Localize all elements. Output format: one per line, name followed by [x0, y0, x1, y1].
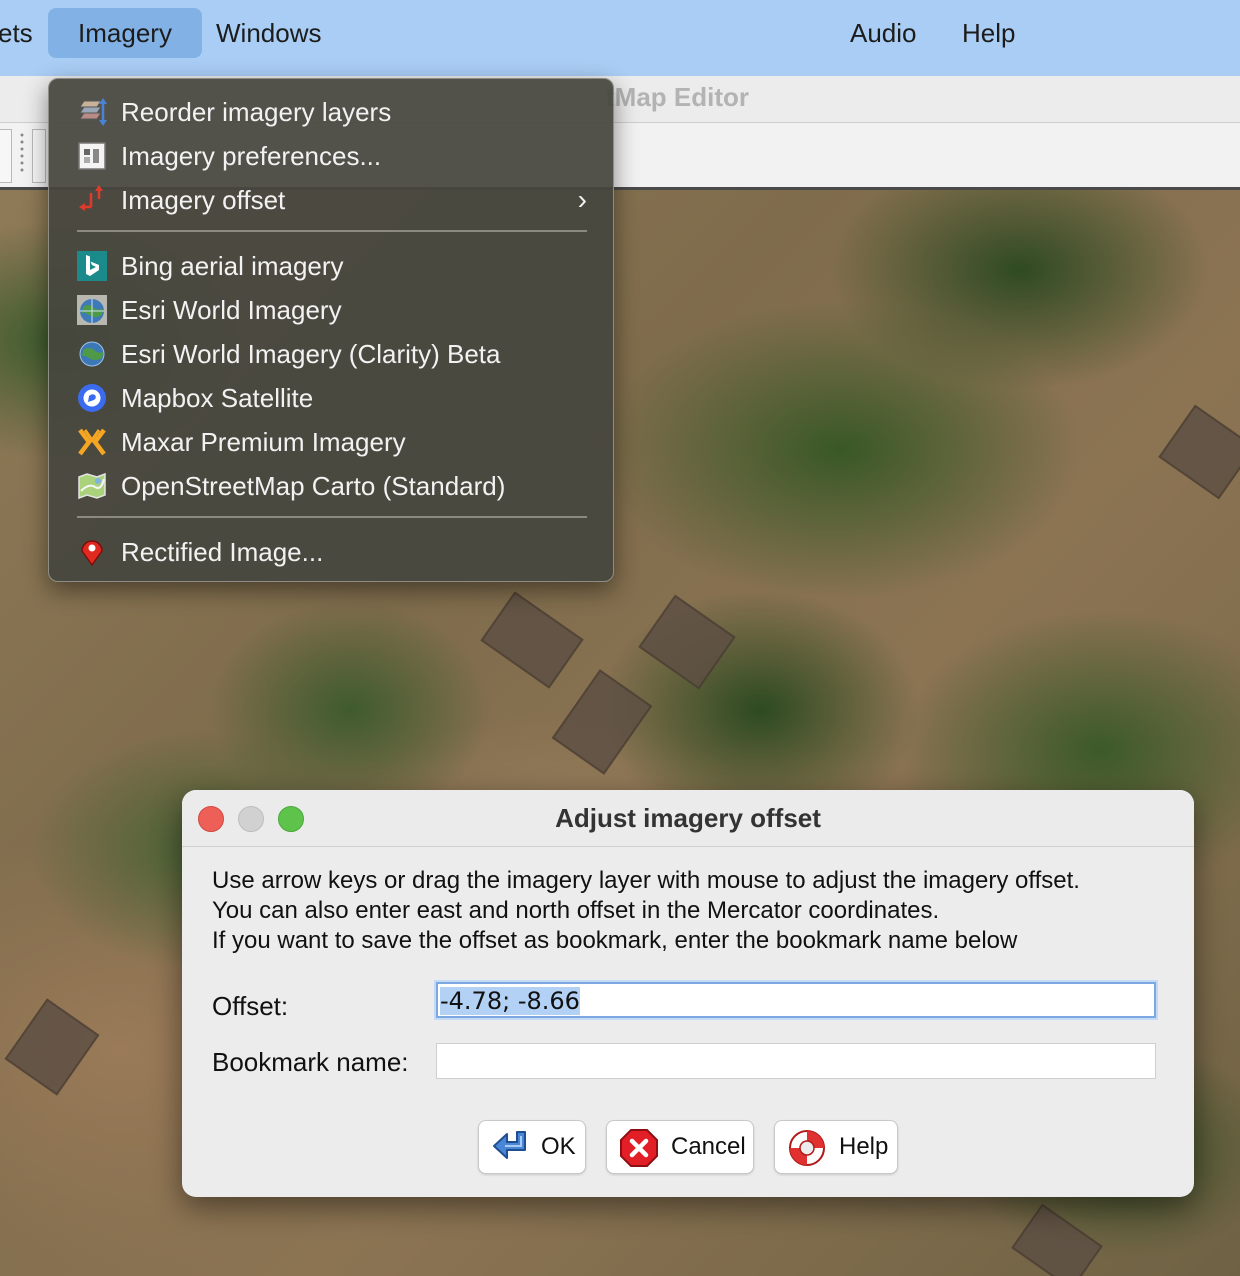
menu-item-maxar-premium-imagery[interactable]: Maxar Premium Imagery [67, 422, 597, 462]
chevron-right-icon: › [577, 184, 587, 215]
lifebuoy-icon [789, 1130, 825, 1166]
cancel-x-icon [620, 1129, 658, 1167]
menu-item-label: Maxar Premium Imagery [121, 427, 406, 457]
menu-item-label: Imagery preferences... [121, 141, 382, 171]
offset-label: Offset: [212, 991, 289, 1021]
menu-separator [77, 516, 587, 518]
osm-map-icon [78, 472, 106, 500]
bookmark-name-label: Bookmark name: [212, 1047, 409, 1077]
map-feature [1158, 404, 1240, 500]
menu-item-label: Esri World Imagery [121, 295, 342, 325]
menu-item-label: Imagery offset [121, 185, 286, 215]
menu-item-imagery-preferences[interactable]: Imagery preferences... [67, 136, 597, 176]
bookmark-name-input[interactable] [436, 1043, 1156, 1079]
menu-sets[interactable]: ets [0, 8, 33, 58]
cancel-label: Cancel [671, 1133, 746, 1160]
menu-imagery[interactable]: Imagery [48, 8, 202, 58]
offset-arrows-icon [79, 185, 103, 211]
message-line: If you want to save the offset as bookma… [212, 927, 1018, 954]
menu-audio[interactable]: Audio [850, 8, 917, 58]
globe-icon [79, 341, 105, 367]
menu-item-label: Mapbox Satellite [121, 383, 314, 413]
map-feature [638, 594, 736, 690]
dialog-title: Adjust imagery offset [555, 803, 821, 833]
map-feature [551, 669, 653, 775]
preferences-icon [78, 142, 106, 170]
menu-item-label: Bing aerial imagery [121, 251, 344, 281]
grip-icon [20, 133, 24, 172]
menu-item-label: Reorder imagery layers [121, 97, 392, 127]
dialog-message: Use arrow keys or drag the imagery layer… [212, 866, 1182, 956]
menu-item-imagery-offset[interactable]: Imagery offset › [67, 180, 597, 220]
toolbar-handle[interactable] [0, 129, 12, 183]
window-title: tMap Editor [606, 82, 749, 112]
dialog-titlebar[interactable]: Adjust imagery offset [182, 790, 1194, 847]
menu-item-openstreetmap-carto-standard[interactable]: OpenStreetMap Carto (Standard) [67, 466, 597, 506]
menu-help[interactable]: Help [962, 8, 1015, 58]
menu-item-mapbox-satellite[interactable]: Mapbox Satellite [67, 378, 597, 418]
mapbox-logo-icon [78, 384, 106, 412]
menu-item-esri-world-imagery-clarity-beta[interactable]: Esri World Imagery (Clarity) Beta [67, 334, 597, 374]
adjust-imagery-offset-dialog: Adjust imagery offset Use arrow keys or … [182, 790, 1194, 1197]
menu-item-esri-world-imagery[interactable]: Esri World Imagery [67, 290, 597, 330]
map-feature [480, 591, 584, 689]
reorder-layers-icon [79, 98, 107, 126]
menu-item-label: OpenStreetMap Carto (Standard) [121, 471, 506, 501]
menu-item-rectified-image[interactable]: Rectified Image... [67, 532, 597, 572]
return-arrow-icon [493, 1131, 526, 1159]
message-line: You can also enter east and north offset… [212, 897, 940, 924]
cancel-button[interactable]: Cancel [606, 1120, 754, 1174]
menu-item-reorder-imagery-layers[interactable]: Reorder imagery layers [67, 92, 597, 132]
esri-globe-icon [77, 295, 107, 325]
maxar-logo-icon [78, 428, 106, 456]
map-feature [1011, 1203, 1103, 1276]
toolbar-handle[interactable] [32, 129, 46, 183]
menu-separator [77, 230, 587, 232]
menu-item-label: Rectified Image... [121, 537, 324, 567]
menu-windows[interactable]: Windows [216, 8, 321, 58]
message-line: Use arrow keys or drag the imagery layer… [212, 867, 1080, 894]
map-pin-icon [81, 540, 103, 567]
bing-logo-icon [77, 251, 107, 281]
help-label: Help [839, 1133, 889, 1160]
map-feature [4, 998, 100, 1096]
menu-item-bing-aerial-imagery[interactable]: Bing aerial imagery [67, 246, 597, 286]
imagery-menu: Reorder imagery layers Imagery preferenc… [48, 78, 614, 582]
menu-bar: ets Imagery Windows Audio Help [0, 0, 1240, 76]
offset-input[interactable]: -4.78; -8.66 [436, 982, 1156, 1018]
help-button[interactable]: Help [774, 1120, 898, 1174]
ok-button[interactable]: OK [478, 1120, 586, 1174]
menu-item-label: Esri World Imagery (Clarity) Beta [121, 339, 501, 369]
ok-label: OK [541, 1133, 576, 1160]
offset-value: -4.78; -8.66 [440, 987, 580, 1015]
